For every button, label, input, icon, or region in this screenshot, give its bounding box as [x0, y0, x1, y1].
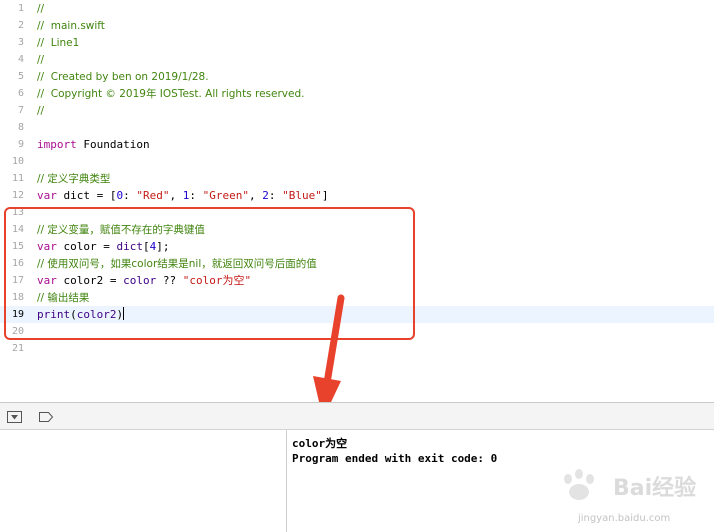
code-line[interactable]: 1 // — [0, 0, 714, 17]
code-line[interactable]: 9 import Foundation — [0, 136, 714, 153]
code-line[interactable]: 3 // Line1 — [0, 34, 714, 51]
line-number: 4 — [17, 54, 24, 65]
code-token-punct: : — [123, 189, 137, 202]
variables-view[interactable] — [0, 430, 286, 532]
code-token-string: "Red" — [136, 189, 170, 202]
code-token-number: 2 — [262, 189, 269, 202]
code-line[interactable]: 7 // — [0, 102, 714, 119]
code-text: // Copyright © 2019年 IOSTest. All rights… — [37, 85, 304, 103]
line-number: 10 — [11, 156, 24, 167]
code-text: import Foundation — [37, 136, 150, 153]
line-number: 2 — [17, 20, 24, 31]
code-text: var dict = [0: "Red", 1: "Green", 2: "Bl… — [37, 187, 328, 204]
code-line[interactable]: 21 — [0, 340, 714, 357]
breakpoint-toggle-button[interactable] — [37, 409, 55, 425]
code-token-comment: // — [37, 3, 45, 15]
code-line[interactable]: 11 // 定义字典类型 — [0, 170, 714, 187]
watermark-text: Bai经验 — [613, 476, 697, 501]
code-token-string: "Blue" — [282, 189, 322, 202]
line-number: 12 — [11, 190, 24, 201]
code-token-comment: // — [37, 54, 45, 66]
line-number: 5 — [17, 71, 24, 82]
breakpoint-toggle-icon — [39, 412, 54, 422]
line-number: 8 — [17, 122, 24, 133]
highlight-annotation-box — [4, 207, 415, 340]
code-token-comment: // 定义字典类型 — [37, 173, 111, 185]
code-text: // — [37, 0, 44, 18]
line-number: 11 — [11, 173, 24, 184]
debug-bar — [0, 402, 714, 430]
watermark-url: jingyan.baidu.com — [578, 513, 671, 524]
code-line[interactable]: 12 var dict = [0: "Red", 1: "Green", 2: "… — [0, 187, 714, 204]
code-text: // main.swift — [37, 17, 105, 35]
code-text: // — [37, 102, 44, 120]
code-line[interactable]: 8 — [0, 119, 714, 136]
code-text: // Created by ben on 2019/1/28. — [37, 68, 209, 86]
code-token-punct: : — [268, 189, 283, 202]
code-line[interactable]: 4 // — [0, 51, 714, 68]
code-token-comment: // main.swift — [37, 20, 105, 32]
code-token-keyword: import — [37, 138, 77, 151]
code-text: // Line1 — [37, 34, 79, 52]
code-text: // 定义字典类型 — [37, 170, 110, 188]
code-line[interactable]: 2 // main.swift — [0, 17, 714, 34]
code-text: // — [37, 51, 44, 69]
line-number: 3 — [17, 37, 24, 48]
hide-debug-area-button[interactable] — [6, 409, 24, 425]
line-number: 21 — [11, 343, 24, 354]
code-token-keyword: var — [37, 189, 57, 202]
code-editor[interactable]: 1 // 2 // main.swift 3 // Line1 4 // 5 // Created… — [0, 0, 714, 402]
console-line-output: color为空 — [292, 437, 348, 450]
code-token-comment: // Line1 — [37, 37, 80, 49]
code-token-punct: ] — [321, 189, 329, 202]
code-token-punct: : — [189, 189, 203, 202]
line-number: 6 — [17, 88, 24, 99]
code-token-ident: Foundation — [76, 138, 150, 151]
code-line[interactable]: 10 — [0, 153, 714, 170]
code-token-string: "Green" — [202, 189, 249, 202]
line-number: 7 — [17, 105, 24, 116]
line-number: 1 — [17, 3, 24, 14]
hide-debug-area-icon — [7, 411, 22, 423]
code-line[interactable]: 5 // Created by ben on 2019/1/28. — [0, 68, 714, 85]
line-number: 9 — [17, 139, 24, 150]
code-token-comment: // Created by ben on 2019/1/28. — [37, 71, 209, 83]
code-token-punct: , — [248, 189, 263, 202]
code-line[interactable]: 6 // Copyright © 2019年 IOSTest. All right… — [0, 85, 714, 102]
console-line-exit: Program ended with exit code: 0 — [292, 452, 498, 465]
code-token-ident: dict = [ — [56, 189, 117, 202]
code-token-comment: // Copyright © 2019年 IOSTest. All rights… — [37, 88, 305, 100]
code-token-comment: // — [37, 105, 45, 117]
code-token-punct: , — [169, 189, 183, 202]
